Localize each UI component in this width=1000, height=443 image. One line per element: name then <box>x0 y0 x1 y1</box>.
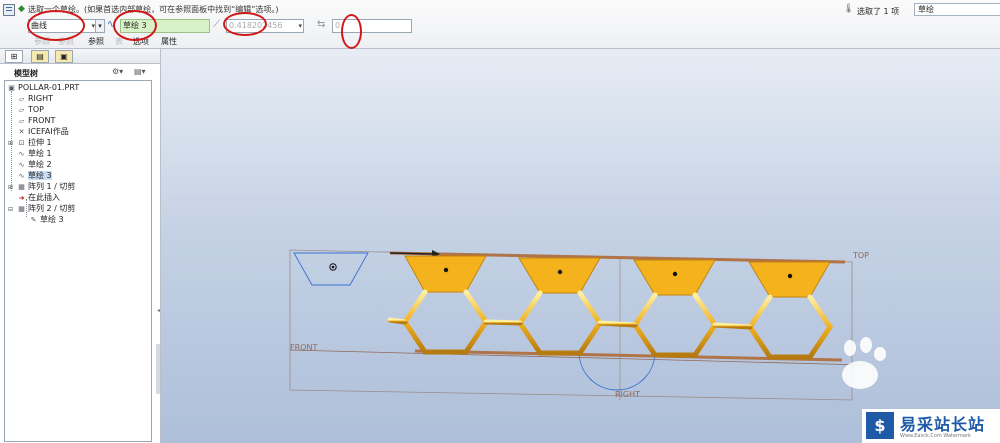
graphics-window[interactable]: TOP FRONT RIGHT <box>161 49 1000 443</box>
dashboard: ◆ 选取一个草绘。(如果首选内部草绘，可在参照面板中找到“编辑”选项。) 🌡 选… <box>0 0 1000 49</box>
tree-item-extrude[interactable]: ⊡ 拉伸 1 <box>17 137 52 148</box>
tree-settings-icon[interactable]: ⚙▾ <box>112 67 123 76</box>
tree-item-sketch-3[interactable]: ∿ 草绘 3 <box>17 170 52 181</box>
tree-item-insert-here[interactable]: ➜ 在此插入 <box>17 192 60 203</box>
model-tree-title: 模型树 <box>14 69 38 78</box>
direction-arrow <box>389 252 433 255</box>
trapezoid-cells[interactable] <box>404 255 831 298</box>
favorites-tab-icon[interactable]: ▣ <box>55 50 73 63</box>
datum-label-right: RIGHT <box>615 390 640 399</box>
annotation-oval <box>27 10 85 41</box>
navigator-tabs: ⊞ ▤ ▣ <box>0 49 160 64</box>
pattern-icon: ▦ <box>18 205 25 213</box>
sketch-center-dot <box>331 265 335 269</box>
datum-label-front: FRONT <box>290 343 317 352</box>
folder-browser-tab-icon[interactable]: ▤ <box>31 50 49 63</box>
flip-icon[interactable]: ⇆ <box>317 19 325 30</box>
annotation-oval <box>113 10 157 41</box>
tree-item-part[interactable]: ▣ POLLAR-01.PRT <box>7 82 79 93</box>
tree-item-right[interactable]: ▱ RIGHT <box>17 93 53 104</box>
tree-item-sketch-3-edit[interactable]: ✎ 草绘 3 <box>29 214 64 225</box>
tree-show-icon[interactable]: ▤▾ <box>134 67 146 76</box>
collapse-icon[interactable]: ⊟ <box>8 206 13 213</box>
annotation-oval <box>223 12 267 36</box>
watermark-logo-icon: $ <box>866 412 894 439</box>
honeycomb-bars[interactable] <box>387 285 848 360</box>
dashboard-icon[interactable] <box>3 4 15 16</box>
watermark-subtitle: Www.Easck.Com Watermark <box>900 433 971 439</box>
panel-splitter[interactable] <box>156 344 160 394</box>
tree-item-top[interactable]: ▱ TOP <box>17 104 44 115</box>
model-tree: ▣ POLLAR-01.PRT ▱ RIGHT ▱ TOP ▱ FRONT ✕ ICEFA… <box>4 80 152 442</box>
navigator-panel: ⊞ ▤ ▣ 模型树 ⚙▾ ▤▾ ▣ POLLAR-01.PRT ▱ RIGHT ▱ T… <box>0 49 161 443</box>
model-view[interactable]: TOP FRONT RIGHT <box>161 49 1000 443</box>
tab-properties[interactable]: 属性 <box>161 36 177 47</box>
annotation-oval <box>341 14 362 49</box>
watermark-title: 易采站长站 <box>900 415 986 434</box>
prompt-arrow-icon: ◆ <box>18 4 25 14</box>
expand-icon[interactable]: ⊞ <box>8 140 13 147</box>
model-tree-tab-icon[interactable]: ⊞ <box>5 50 23 63</box>
tree-item-pattern-2[interactable]: ▦ 阵列 2 / 切剪 <box>17 203 75 214</box>
tree-item-sketch-1[interactable]: ∿ 草绘 1 <box>17 148 52 159</box>
thermometer-icon: 🌡 <box>843 4 855 14</box>
splitter-arrow-icon[interactable]: ◂ <box>157 307 160 314</box>
selection-info: 🌡 选取了 1 项 草绘 <box>835 3 1000 16</box>
tree-item-pattern-1[interactable]: ▦ 阵列 1 / 切剪 <box>17 181 75 192</box>
type-dropdown-button[interactable]: ▾ <box>95 19 105 33</box>
sketch-edit-icon: ✎ <box>30 216 37 224</box>
tab-references[interactable]: 参照 <box>88 36 104 47</box>
tree-item-sketch-2[interactable]: ∿ 草绘 2 <box>17 159 52 170</box>
selected-count: 选取了 1 项 <box>857 7 900 16</box>
site-watermark: $ 易采站长站 Www.Easck.Com Watermark <box>862 409 1000 443</box>
value-icon: ⟋ <box>213 19 220 30</box>
selection-filter[interactable]: 草绘 <box>914 3 1000 16</box>
navigator-header: 模型树 ⚙▾ ▤▾ <box>0 64 160 78</box>
expand-icon[interactable]: ⊞ <box>8 184 13 191</box>
tree-item-front[interactable]: ▱ FRONT <box>17 115 56 126</box>
part-icon: ▣ <box>8 84 15 92</box>
tree-item-csys[interactable]: ✕ ICEFAI作品 <box>17 126 69 137</box>
datum-label-top: TOP <box>852 251 869 260</box>
paw-watermark-icon <box>842 337 886 389</box>
